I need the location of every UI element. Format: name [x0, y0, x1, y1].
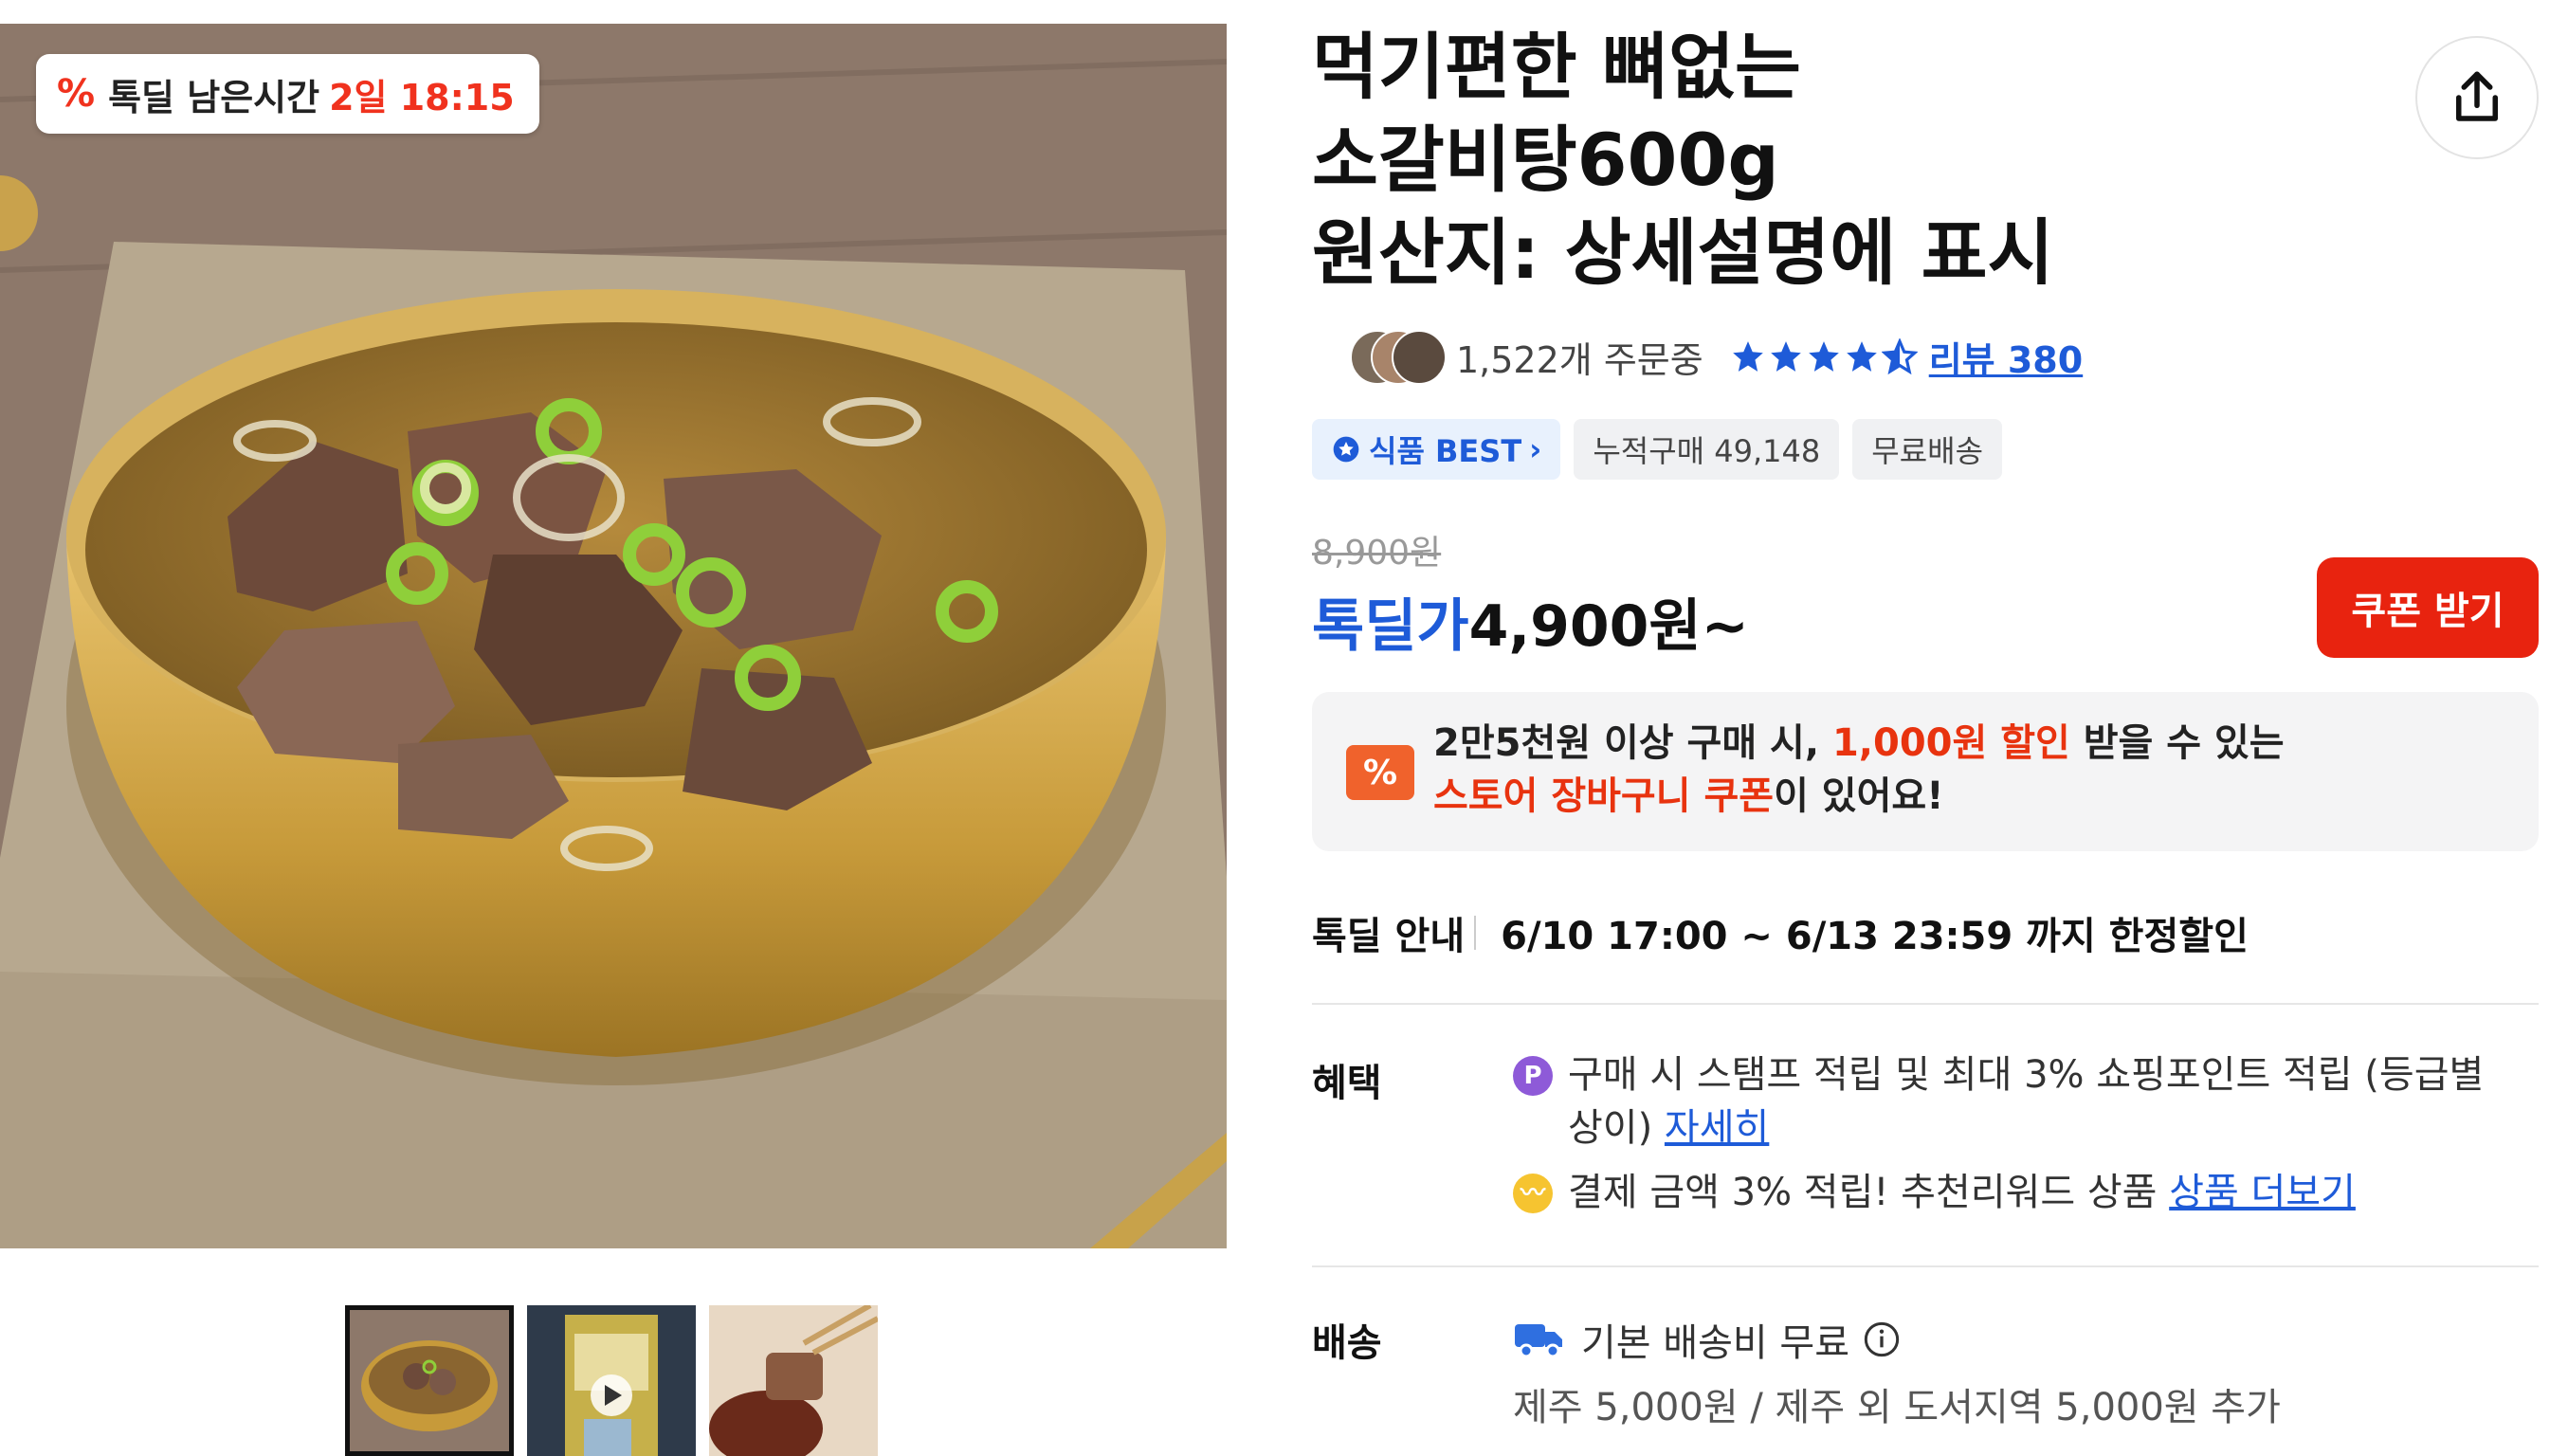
tag-food-best[interactable]: 식품 BEST ›: [1312, 419, 1561, 480]
divider: [1474, 916, 1477, 950]
product-title-line-3: 원산지: 상세설명에 표시: [1312, 210, 2054, 295]
benefit-reward-text: 결제 금액 3% 적립! 추천리워드 상품: [1568, 1171, 2170, 1214]
shipping-fee-text: 기본 배송비 무료: [1581, 1321, 1850, 1365]
tag-free-shipping: 무료배송: [1852, 419, 2003, 480]
more-products-link[interactable]: 상품 더보기: [2169, 1166, 2356, 1219]
share-icon: [2456, 71, 2498, 121]
deal-info-row: 톡딜 안내 6/10 17:00 ~ 6/13 23:59 까지 한정할인: [1312, 905, 2249, 960]
sale-price: 톡딜가 4,900원~: [1312, 580, 1749, 663]
benefit-reward: 〰 결제 금액 3% 적립! 추천리워드 상품 상품 더보기: [1513, 1166, 2356, 1219]
coupon-icon: %: [1346, 745, 1414, 800]
reward-icon: 〰: [1513, 1174, 1553, 1213]
order-count: 1,522개 주문중: [1456, 338, 1703, 381]
thumbnail-1[interactable]: [345, 1305, 514, 1456]
product-title-line-2: 소갈비탕600g: [1312, 118, 1779, 202]
sale-price-label: 톡딜가: [1312, 593, 1469, 660]
coupon-text-part: 이 있어요!: [1774, 774, 1944, 818]
order-stats-row: 1,522개 주문중 리뷰 380: [1350, 327, 2083, 386]
rating-stars: [1730, 338, 1918, 374]
product-title: 먹기편한 뼈없는 소갈비탕600g 원산지: 상세설명에 표시: [1312, 21, 2165, 300]
info-icon[interactable]: [1863, 1320, 1901, 1358]
divider: [1312, 1265, 2539, 1267]
review-link[interactable]: 리뷰 380: [1929, 331, 2083, 383]
tag-cumulative-purchases: 누적구매 49,148: [1574, 419, 1840, 480]
benefit-point-text: 구매 시 스탬프 적립 및 최대 3% 쇼핑포인트 적립 (등급별 상이) 자세…: [1568, 1048, 2518, 1155]
coupon-name: 스토어 장바구니 쿠폰: [1433, 774, 1775, 818]
buyer-avatars: [1350, 330, 1447, 385]
thumbnail-3[interactable]: [709, 1305, 878, 1456]
benefit-details-link[interactable]: 자세히: [1665, 1106, 1769, 1150]
divider: [1312, 1003, 2539, 1005]
deal-info-label: 톡딜 안내: [1312, 915, 1466, 958]
thumbnail-2-video[interactable]: [527, 1305, 696, 1456]
deal-timer-remaining: 2일 18:15: [329, 76, 515, 118]
chevron-right-icon: ›: [1529, 431, 1542, 467]
coupon-text-part: 받을 수 있는: [2069, 721, 2285, 765]
original-price: 8,900원: [1312, 534, 1442, 573]
deal-timer-badge: % 톡딜 남은시간 2일 18:15: [36, 54, 539, 134]
star-icon: [1732, 341, 1763, 372]
star-icon: [1808, 341, 1839, 372]
avatar: [1392, 330, 1447, 385]
shipping-fee-row: 기본 배송비 무료: [1513, 1312, 1901, 1367]
star-icon: [1846, 341, 1877, 372]
coupon-banner-text: 2만5천원 이상 구매 시, 1,000원 할인 받을 수 있는 스토어 장바구…: [1433, 717, 2476, 823]
tag-food-best-label: 식품 BEST: [1369, 433, 1522, 469]
product-tags: 식품 BEST › 누적구매 49,148 무료배송: [1312, 419, 2003, 480]
product-title-line-1: 먹기편한 뼈없는: [1312, 25, 1801, 109]
shipping-extra-fee: 제주 5,000원 / 제주 외 도서지역 5,000원 추가: [1513, 1386, 2281, 1429]
badge-icon: [1333, 436, 1359, 463]
coupon-text-part: 2만5천원 이상 구매 시,: [1433, 721, 1832, 765]
coupon-banner[interactable]: % 2만5천원 이상 구매 시, 1,000원 할인 받을 수 있는 스토어 장…: [1312, 692, 2539, 851]
deal-timer-label: 톡딜 남은시간: [108, 76, 320, 118]
coupon-discount-amount: 1,000원 할인: [1831, 721, 2070, 765]
truck-icon: [1515, 1324, 1562, 1358]
share-button[interactable]: [2415, 36, 2539, 159]
get-coupon-button[interactable]: 쿠폰 받기: [2317, 557, 2539, 658]
benefits-label: 혜택: [1312, 1062, 1382, 1105]
sale-price-value: 4,900원~: [1468, 593, 1749, 660]
benefit-point: P 구매 시 스탬프 적립 및 최대 3% 쇼핑포인트 적립 (등급별 상이) …: [1513, 1048, 2518, 1155]
star-icon: [1770, 341, 1801, 372]
point-icon: P: [1513, 1056, 1553, 1096]
product-main-image[interactable]: [0, 24, 1227, 1248]
star-half-icon: [1881, 338, 1918, 374]
shipping-label: 배송: [1312, 1321, 1382, 1365]
discount-icon: %: [57, 72, 96, 116]
deal-info-period: 6/10 17:00 ~ 6/13 23:59 까지 한정할인: [1501, 915, 2249, 958]
